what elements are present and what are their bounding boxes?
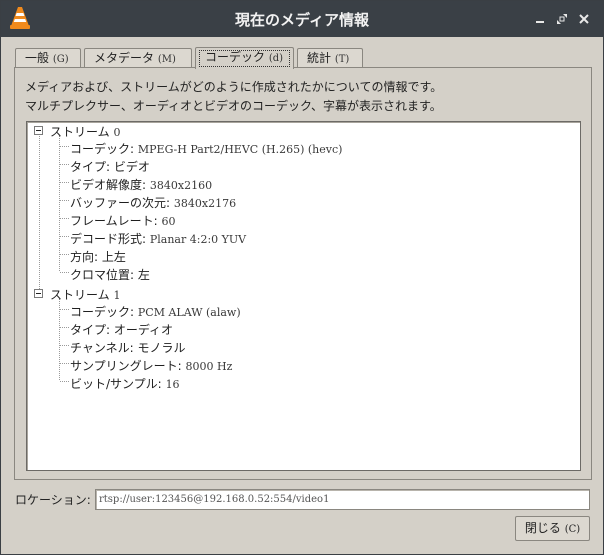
tree-item[interactable]: タイプ: オーディオ <box>70 321 173 338</box>
tab-metadata[interactable]: メタデータ (M) <box>84 48 192 68</box>
item-value: 3840x2160 <box>149 179 213 192</box>
item-key: サンプリングレート: <box>70 359 182 373</box>
item-key: ビット/サンプル: <box>70 377 162 391</box>
stream-0-index: 0 <box>113 126 121 139</box>
item-key: チャンネル: <box>70 341 134 355</box>
close-icon <box>579 14 589 24</box>
tree-item[interactable]: ビデオ解像度: 3840x2160 <box>70 176 212 193</box>
media-info-window: 現在のメディア情報 一般 (G) メタデータ (M) コーデック (d) 統計 … <box>0 0 604 555</box>
item-value: オーディオ <box>113 323 174 337</box>
close-window-button[interactable] <box>576 11 592 27</box>
tree-item[interactable]: 方向: 上左 <box>70 248 126 265</box>
tree-item[interactable]: フレームレート: 60 <box>70 212 176 229</box>
item-value: ビデオ <box>113 160 150 174</box>
tree-item[interactable]: クロマ位置: 左 <box>70 266 150 283</box>
tree-item[interactable]: コーデック: MPEG-H Part2/HEVC (H.265) (hevc) <box>70 140 342 157</box>
tab-statistics-mnemonic: (T) <box>334 54 350 65</box>
close-button-mnemonic: (C) <box>564 524 581 535</box>
tab-general[interactable]: 一般 (G) <box>15 48 81 68</box>
codec-tree[interactable]: ストリーム 0 コーデック: MPEG-H Part2/HEVC (H.265)… <box>26 121 581 471</box>
stream-0-node[interactable]: ストリーム 0 <box>50 123 120 140</box>
tab-codec[interactable]: コーデック (d) <box>195 47 294 69</box>
description-line-2: マルチプレクサー、オーディオとビデオのコーデック、字幕が表示されます。 <box>25 99 442 113</box>
tab-metadata-label: メタデータ <box>94 51 155 65</box>
item-value: MPEG-H Part2/HEVC (H.265) (hevc) <box>137 143 343 156</box>
stream-0-label: ストリーム <box>50 125 110 139</box>
item-key: フレームレート: <box>70 214 158 228</box>
item-value: 左 <box>137 268 150 282</box>
stream-0-expander[interactable] <box>34 126 43 135</box>
minimize-icon <box>536 21 544 23</box>
tree-item[interactable]: チャンネル: モノラル <box>70 339 186 356</box>
restore-button[interactable] <box>554 11 570 27</box>
title-bar[interactable]: 現在のメディア情報 <box>1 1 603 37</box>
restore-icon <box>557 14 567 24</box>
window-title: 現在のメディア情報 <box>235 11 369 29</box>
item-value: 16 <box>165 378 180 391</box>
item-key: デコード形式: <box>70 232 147 246</box>
minimize-button[interactable] <box>532 11 548 27</box>
item-key: ビデオ解像度: <box>70 178 147 192</box>
focus-ring <box>199 50 290 67</box>
close-button-label: 閉じる <box>524 521 561 535</box>
codec-panel: メディアおよび、ストリームがどのように作成されたかについての情報です。 マルチプ… <box>14 67 592 480</box>
description-line-1: メディアおよび、ストリームがどのように作成されたかについての情報です。 <box>25 80 443 94</box>
tree-item[interactable]: サンプリングレート: 8000 Hz <box>70 357 232 374</box>
stream-1-node[interactable]: ストリーム 1 <box>50 286 120 303</box>
stream-1-label: ストリーム <box>50 288 110 302</box>
item-value: 上左 <box>101 250 126 264</box>
tree-item[interactable]: ビット/サンプル: 16 <box>70 375 180 392</box>
item-value: PCM ALAW (alaw) <box>137 306 241 319</box>
item-value: 8000 Hz <box>185 360 233 373</box>
tree-item[interactable]: コーデック: PCM ALAW (alaw) <box>70 303 241 320</box>
tab-statistics-label: 統計 <box>307 51 332 65</box>
close-button[interactable]: 閉じる (C) <box>515 516 590 541</box>
stream-1-expander[interactable] <box>34 289 43 298</box>
tree-item[interactable]: デコード形式: Planar 4:2:0 YUV <box>70 230 246 247</box>
tree-item[interactable]: タイプ: ビデオ <box>70 158 150 175</box>
tree-item[interactable]: バッファーの次元: 3840x2176 <box>70 194 236 211</box>
stream-1-index: 1 <box>113 289 121 302</box>
item-key: コーデック: <box>70 142 135 156</box>
tab-general-label: 一般 <box>25 51 50 65</box>
item-key: タイプ: <box>70 323 111 337</box>
item-value: 60 <box>161 215 176 228</box>
tab-general-mnemonic: (G) <box>52 54 69 65</box>
item-key: バッファーの次元: <box>70 196 171 210</box>
location-field[interactable]: rtsp://user:123456@192.168.0.52:554/vide… <box>95 489 590 510</box>
item-key: タイプ: <box>70 160 111 174</box>
item-value: モノラル <box>137 341 186 355</box>
item-key: コーデック: <box>70 305 135 319</box>
item-value: Planar 4:2:0 YUV <box>149 233 247 246</box>
tab-metadata-mnemonic: (M) <box>157 54 176 65</box>
item-key: クロマ位置: <box>70 268 135 282</box>
item-key: 方向: <box>70 250 99 264</box>
location-label: ロケーション: <box>15 493 91 507</box>
tab-statistics[interactable]: 統計 (T) <box>297 48 363 68</box>
item-value: 3840x2176 <box>173 197 237 210</box>
